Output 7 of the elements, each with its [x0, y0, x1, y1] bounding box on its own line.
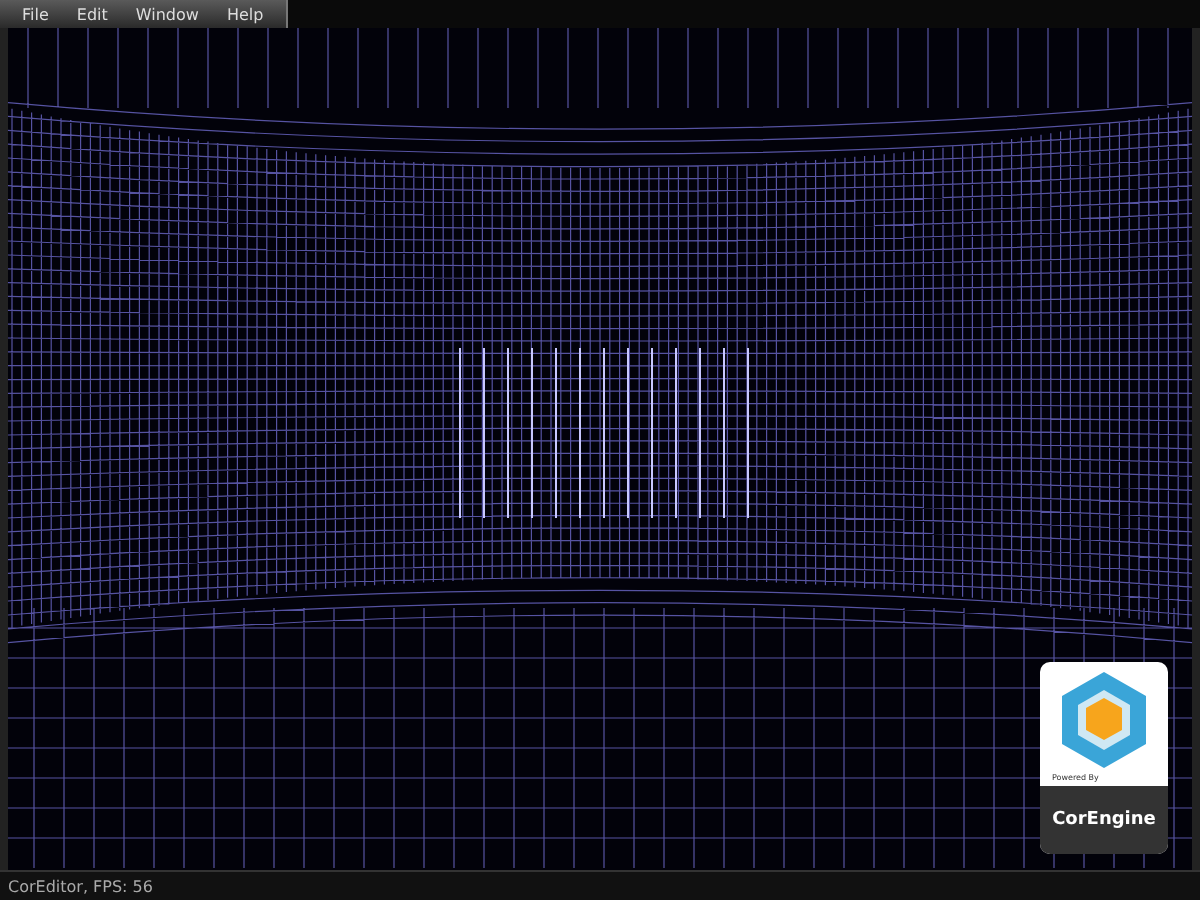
menu-item[interactable]: Help [212, 0, 278, 28]
hexagon-logo-icon [1058, 670, 1150, 770]
menu-item[interactable]: Window [121, 0, 213, 28]
engine-name: CorEngine [1040, 786, 1168, 854]
menu-item[interactable]: Edit [62, 0, 122, 28]
status-text: CorEditor, FPS: 56 [8, 877, 153, 895]
menu-item[interactable]: File [8, 0, 63, 28]
